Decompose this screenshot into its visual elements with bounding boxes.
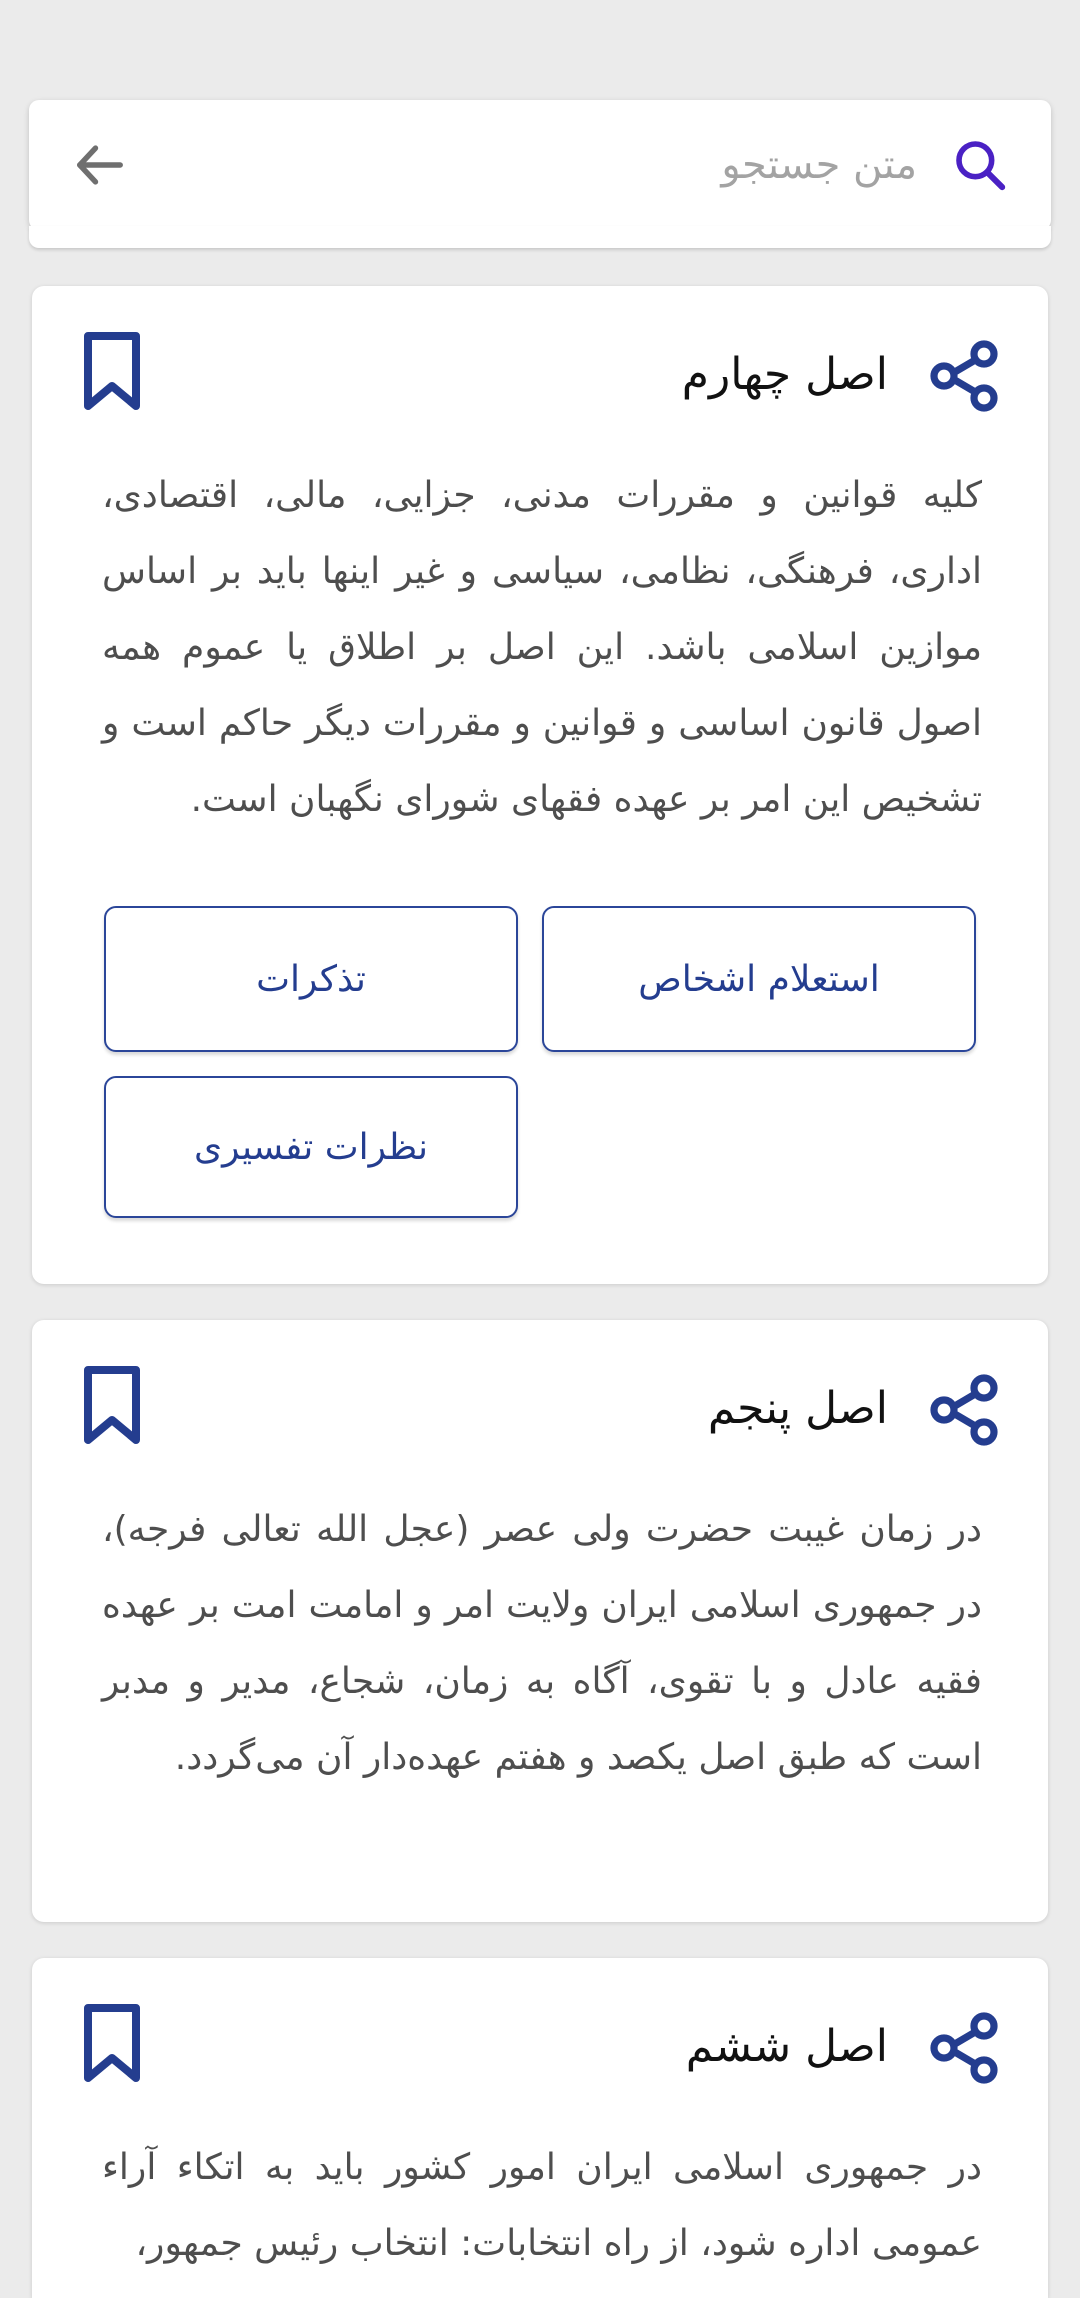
article-card: اصل پنجم در زمان غیبت حضرت ولی عصر (عجل … (32, 1320, 1048, 1922)
article-text: در جمهوری اسلامی ایران امور کشور باید به… (102, 2147, 982, 2264)
article-title: اصل پنجم (707, 1383, 888, 1434)
article-header: اصل چهارم (32, 330, 1048, 422)
inquiry-button[interactable]: استعلام اشخاص (542, 906, 976, 1052)
arrow-left-icon[interactable] (69, 134, 131, 196)
share-icon[interactable] (924, 1370, 1004, 1450)
article-title: اصل ششم (685, 2021, 888, 2072)
search-icon[interactable] (949, 134, 1011, 196)
share-icon[interactable] (924, 336, 1004, 416)
article-header: اصل پنجم (32, 1364, 1048, 1456)
article-card: اصل چهارم کلیه قوانین و مقررات مدنی، جزا… (32, 286, 1048, 1284)
bookmark-icon[interactable] (80, 2002, 144, 2086)
share-icon[interactable] (924, 2008, 1004, 2088)
article-title: اصل چهارم (681, 349, 888, 400)
interpretive-opinions-button[interactable]: نظرات تفسیری (104, 1076, 518, 1218)
article-text: کلیه قوانین و مقررات مدنی، جزایی، مالی، … (102, 475, 982, 820)
previous-article-card-edge (29, 226, 1051, 248)
notices-button[interactable]: تذکرات (104, 906, 518, 1052)
search-bar (29, 100, 1051, 230)
search-input[interactable] (131, 125, 949, 205)
bookmark-icon[interactable] (80, 330, 144, 414)
article-card: اصل ششم در جمهوری اسلامی ایران امور کشور… (32, 1958, 1048, 2298)
article-text: در زمان غیبت حضرت ولی عصر (عجل الله تعال… (102, 1509, 982, 1778)
article-header: اصل ششم (32, 2002, 1048, 2094)
bookmark-icon[interactable] (80, 1364, 144, 1448)
